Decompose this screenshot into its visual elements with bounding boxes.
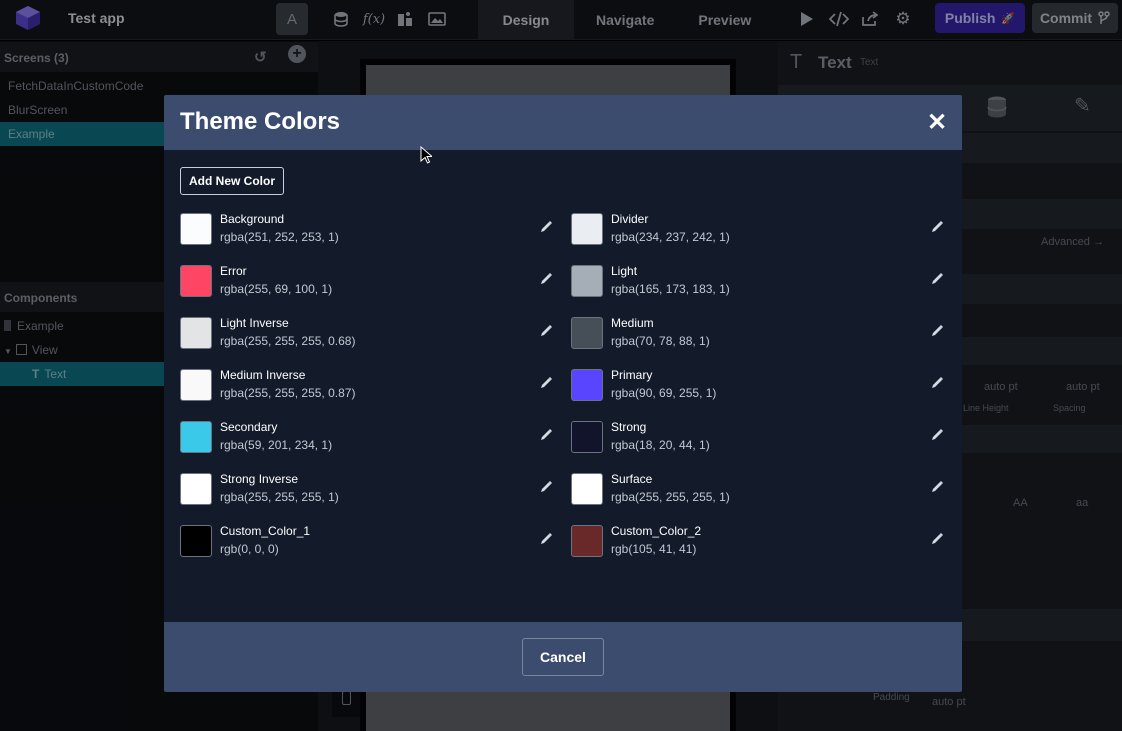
modal-footer: Cancel xyxy=(164,622,962,692)
color-row: Strong Inverse rgba(255, 255, 255, 1) xyxy=(180,471,554,507)
edit-pencil-icon[interactable] xyxy=(538,271,554,287)
color-value: rgb(105, 41, 41) xyxy=(611,542,697,556)
color-row: Custom_Color_2 rgb(105, 41, 41) xyxy=(571,523,945,559)
color-row: Custom_Color_1 rgb(0, 0, 0) xyxy=(180,523,554,559)
color-name: Error xyxy=(220,264,247,278)
color-name: Primary xyxy=(611,368,653,382)
color-swatch xyxy=(180,473,212,505)
color-swatch xyxy=(180,525,212,557)
color-row: Error rgba(255, 69, 100, 1) xyxy=(180,263,554,299)
color-value: rgba(251, 252, 253, 1) xyxy=(220,230,339,244)
color-row: Strong rgba(18, 20, 44, 1) xyxy=(571,419,945,455)
theme-colors-modal: Theme Colors ✕ Add New Color Background r… xyxy=(164,95,962,692)
color-value: rgba(234, 237, 242, 1) xyxy=(611,230,730,244)
color-row: Medium Inverse rgba(255, 255, 255, 0.87) xyxy=(180,367,554,403)
color-row: Secondary rgba(59, 201, 234, 1) xyxy=(180,419,554,455)
color-swatch xyxy=(571,473,603,505)
edit-pencil-icon[interactable] xyxy=(538,219,554,235)
color-swatch xyxy=(571,317,603,349)
mouse-cursor-icon xyxy=(420,146,432,164)
color-swatch xyxy=(180,317,212,349)
edit-pencil-icon[interactable] xyxy=(929,427,945,443)
color-name: Surface xyxy=(611,472,653,486)
color-name: Strong Inverse xyxy=(220,472,299,486)
color-name: Background xyxy=(220,212,285,226)
color-name: Custom_Color_2 xyxy=(611,524,702,538)
color-row: Surface rgba(255, 255, 255, 1) xyxy=(571,471,945,507)
edit-pencil-icon[interactable] xyxy=(929,219,945,235)
color-name: Secondary xyxy=(220,420,278,434)
edit-pencil-icon[interactable] xyxy=(929,531,945,547)
color-row: Medium rgba(70, 78, 88, 1) xyxy=(571,315,945,351)
color-name: Divider xyxy=(611,212,649,226)
edit-pencil-icon[interactable] xyxy=(929,479,945,495)
color-value: rgba(255, 255, 255, 0.87) xyxy=(220,386,356,400)
color-swatch xyxy=(180,213,212,245)
color-name: Light xyxy=(611,264,638,278)
modal-title: Theme Colors xyxy=(180,108,341,135)
color-row: Primary rgba(90, 69, 255, 1) xyxy=(571,367,945,403)
edit-pencil-icon[interactable] xyxy=(538,375,554,391)
color-row: Light rgba(165, 173, 183, 1) xyxy=(571,263,945,299)
edit-pencil-icon[interactable] xyxy=(538,479,554,495)
color-value: rgba(70, 78, 88, 1) xyxy=(611,334,710,348)
color-swatch xyxy=(571,525,603,557)
color-swatch xyxy=(180,369,212,401)
color-value: rgba(255, 255, 255, 0.68) xyxy=(220,334,356,348)
color-swatch xyxy=(180,265,212,297)
color-swatch xyxy=(571,421,603,453)
color-name: Custom_Color_1 xyxy=(220,524,311,538)
close-button[interactable]: ✕ xyxy=(924,108,950,136)
add-new-color-button[interactable]: Add New Color xyxy=(180,167,284,195)
edit-pencil-icon[interactable] xyxy=(929,271,945,287)
color-swatch xyxy=(571,369,603,401)
color-name: Light Inverse xyxy=(220,316,289,330)
color-swatch xyxy=(180,421,212,453)
color-row: Light Inverse rgba(255, 255, 255, 0.68) xyxy=(180,315,554,351)
edit-pencil-icon[interactable] xyxy=(538,427,554,443)
color-value: rgba(90, 69, 255, 1) xyxy=(611,386,717,400)
color-row: Divider rgba(234, 237, 242, 1) xyxy=(571,211,945,247)
color-row: Background rgba(251, 252, 253, 1) xyxy=(180,211,554,247)
color-value: rgba(255, 255, 255, 1) xyxy=(220,490,339,504)
edit-pencil-icon[interactable] xyxy=(929,323,945,339)
color-name: Medium xyxy=(611,316,654,330)
color-value: rgba(59, 201, 234, 1) xyxy=(220,438,333,452)
color-value: rgba(255, 255, 255, 1) xyxy=(611,490,730,504)
close-icon: ✕ xyxy=(926,108,948,136)
color-swatch xyxy=(571,213,603,245)
color-value: rgba(255, 69, 100, 1) xyxy=(220,282,333,296)
modal-header: Theme Colors ✕ xyxy=(164,95,962,150)
edit-pencil-icon[interactable] xyxy=(538,531,554,547)
color-value: rgb(0, 0, 0) xyxy=(220,542,279,556)
color-swatch xyxy=(571,265,603,297)
cancel-button[interactable]: Cancel xyxy=(522,638,604,676)
color-value: rgba(165, 173, 183, 1) xyxy=(611,282,730,296)
color-name: Medium Inverse xyxy=(220,368,306,382)
edit-pencil-icon[interactable] xyxy=(538,323,554,339)
edit-pencil-icon[interactable] xyxy=(929,375,945,391)
color-name: Strong xyxy=(611,420,647,434)
color-value: rgba(18, 20, 44, 1) xyxy=(611,438,710,452)
